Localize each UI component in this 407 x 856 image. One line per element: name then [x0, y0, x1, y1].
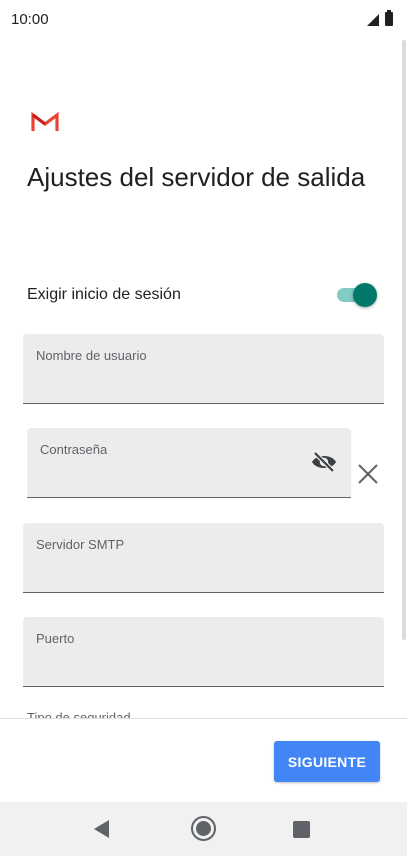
require-login-label: Exigir inicio de sesión — [27, 286, 181, 303]
back-triangle-icon[interactable] — [94, 820, 109, 838]
footer: SIGUIENTE — [0, 718, 407, 802]
close-icon[interactable] — [357, 463, 379, 485]
battery-icon — [385, 10, 393, 26]
status-time: 10:00 — [11, 11, 49, 28]
smtp-server-label: Servidor SMTP — [36, 537, 125, 552]
port-label: Puerto — [36, 631, 75, 646]
navigation-bar — [0, 802, 407, 856]
username-field[interactable]: Nombre de usuario — [23, 334, 384, 404]
signal-icon — [367, 14, 379, 26]
password-field[interactable]: Contraseña — [27, 428, 351, 498]
security-type-label: Tipo de seguridad — [27, 710, 131, 718]
recents-square-icon[interactable] — [293, 821, 310, 838]
smtp-server-input[interactable] — [36, 567, 371, 584]
password-label: Contraseña — [40, 442, 108, 457]
eye-off-icon[interactable] — [310, 450, 338, 474]
home-circle-icon[interactable] — [191, 816, 216, 841]
require-login-row[interactable]: Exigir inicio de sesión — [27, 281, 377, 309]
scrollbar[interactable] — [402, 40, 406, 640]
status-icons — [367, 10, 393, 26]
username-label: Nombre de usuario — [36, 348, 147, 363]
status-bar: 10:00 — [0, 0, 407, 42]
toggle-thumb — [353, 283, 377, 307]
next-button[interactable]: SIGUIENTE — [274, 741, 380, 782]
port-field[interactable]: Puerto — [23, 617, 384, 687]
require-login-toggle[interactable] — [337, 282, 377, 308]
port-input[interactable] — [36, 661, 371, 678]
password-input[interactable] — [40, 472, 301, 489]
username-input[interactable] — [36, 378, 371, 395]
smtp-server-field[interactable]: Servidor SMTP — [23, 523, 384, 593]
page-title: Ajustes del servidor de salida — [27, 162, 366, 192]
gmail-logo-icon — [31, 112, 59, 131]
